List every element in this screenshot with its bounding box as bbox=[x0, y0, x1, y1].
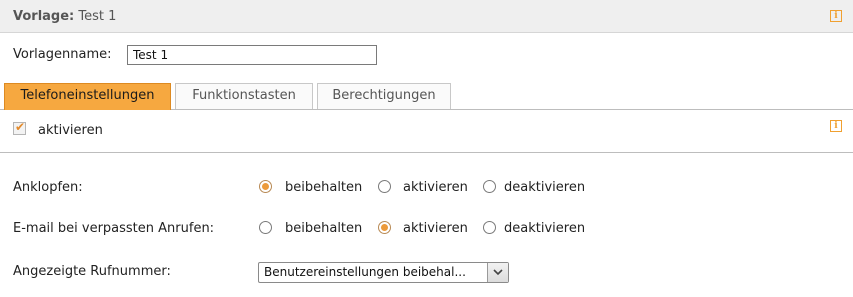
info-icon[interactable]: i bbox=[830, 10, 842, 22]
info-icon[interactable]: i bbox=[830, 120, 842, 132]
template-name-input[interactable] bbox=[127, 45, 377, 65]
email-missed-radio-keep[interactable] bbox=[259, 221, 272, 234]
activate-label: aktivieren bbox=[38, 123, 103, 138]
tab-telefoneinstellungen[interactable]: Telefoneinstellungen bbox=[4, 83, 171, 110]
knocking-option-deactivate: deaktivieren bbox=[504, 180, 586, 195]
template-name-label: Vorlagenname: bbox=[13, 47, 112, 62]
tab-funktionstasten[interactable]: Funktionstasten bbox=[175, 83, 313, 109]
chevron-down-icon[interactable] bbox=[487, 263, 508, 282]
activate-checkbox[interactable]: ✔ bbox=[13, 120, 26, 135]
email-missed-option-activate: aktivieren bbox=[403, 221, 468, 236]
knocking-radio-deactivate[interactable] bbox=[483, 180, 496, 193]
knocking-option-keep: beibehalten bbox=[285, 180, 363, 195]
displayed-number-value: Benutzereinstellungen beibehal... bbox=[264, 265, 466, 279]
checkmark-icon: ✔ bbox=[15, 120, 26, 134]
title-label: Vorlage: bbox=[13, 9, 75, 24]
email-missed-label: E-mail bei verpassten Anrufen: bbox=[13, 221, 215, 236]
tab-bar: Telefoneinstellungen Funktionstasten Ber… bbox=[0, 83, 853, 110]
email-missed-radio-activate[interactable] bbox=[378, 221, 391, 234]
knocking-option-activate: aktivieren bbox=[403, 180, 468, 195]
knocking-radio-keep[interactable] bbox=[259, 180, 272, 193]
template-header: Vorlage: Test 1 i bbox=[0, 0, 853, 33]
email-missed-option-keep: beibehalten bbox=[285, 221, 363, 236]
knocking-label: Anklopfen: bbox=[13, 180, 83, 195]
displayed-number-label: Angezeigte Rufnummer: bbox=[13, 264, 171, 279]
title-value: Test 1 bbox=[78, 9, 117, 24]
email-missed-option-deactivate: deaktivieren bbox=[504, 221, 586, 236]
displayed-number-select[interactable]: Benutzereinstellungen beibehal... bbox=[258, 262, 509, 283]
tab-berechtigungen[interactable]: Berechtigungen bbox=[317, 83, 451, 109]
knocking-radio-activate[interactable] bbox=[378, 180, 391, 193]
page-title: Vorlage: Test 1 bbox=[13, 9, 116, 24]
email-missed-radio-deactivate[interactable] bbox=[483, 221, 496, 234]
activate-row: ✔ aktivieren i bbox=[0, 111, 853, 153]
